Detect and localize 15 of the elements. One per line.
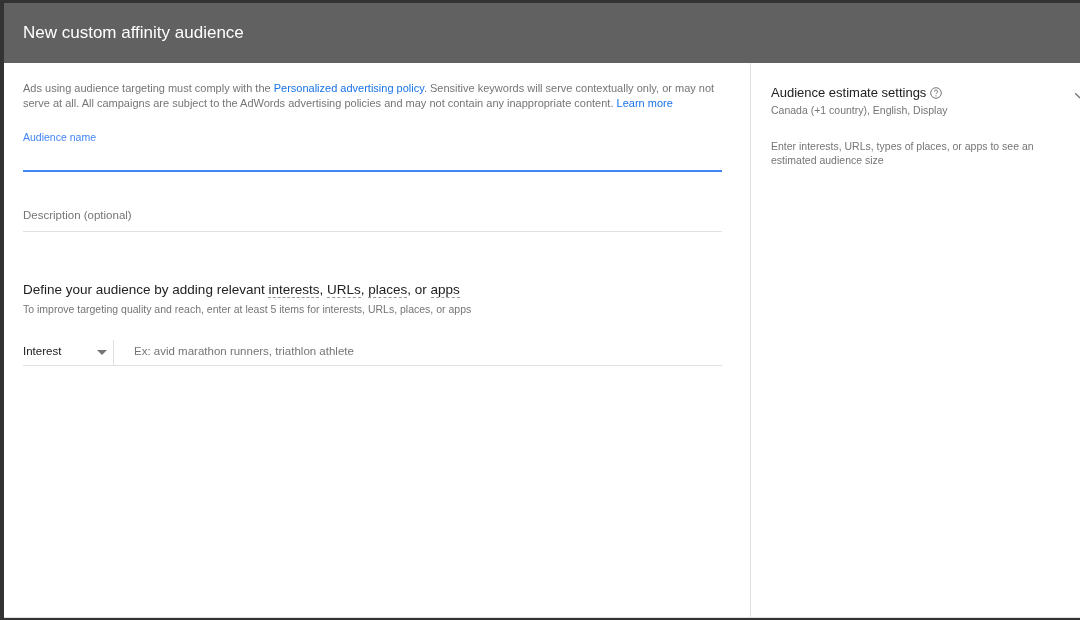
caret-icon xyxy=(97,349,107,355)
field-label: Audience name xyxy=(23,129,97,145)
estimate-summary: Canada (+1 country), English, Display xyxy=(771,102,949,118)
policy-notice: Ads using audience targeting must comply with the Personalized advertising policy. Sensitive keywords will serve contextually only, or may not serve at all. All campaigns are subject to the AdWords advertising policies and may not contain any inappropriate content. Learn more xyxy=(23,81,716,112)
policy-link[interactable]: Learn more xyxy=(616,97,673,110)
estimate-settings-title: Audience estimate settings xyxy=(771,84,927,102)
interest-input-field[interactable]: Ex: avid marathon runners, triathlon athlete xyxy=(114,339,722,365)
type-dropdown[interactable]: Interest xyxy=(23,339,114,365)
dialog-title: New custom affinity audience xyxy=(23,22,244,45)
targeting-hint: To improve targeting quality and reach, enter at least 5 items for interests, URLs, places, or apps xyxy=(23,301,473,317)
estimate-message: Enter interests, URLs, types of places, or apps to see an estimated audience size xyxy=(771,140,1035,168)
chevron-icon[interactable] xyxy=(1075,93,1080,99)
help-icon[interactable] xyxy=(930,86,943,99)
policy-link[interactable]: Personalized advertising policy xyxy=(273,82,424,94)
define-audience-heading: Define your audience by adding relevant interests, URLs, places, or apps xyxy=(23,280,461,300)
